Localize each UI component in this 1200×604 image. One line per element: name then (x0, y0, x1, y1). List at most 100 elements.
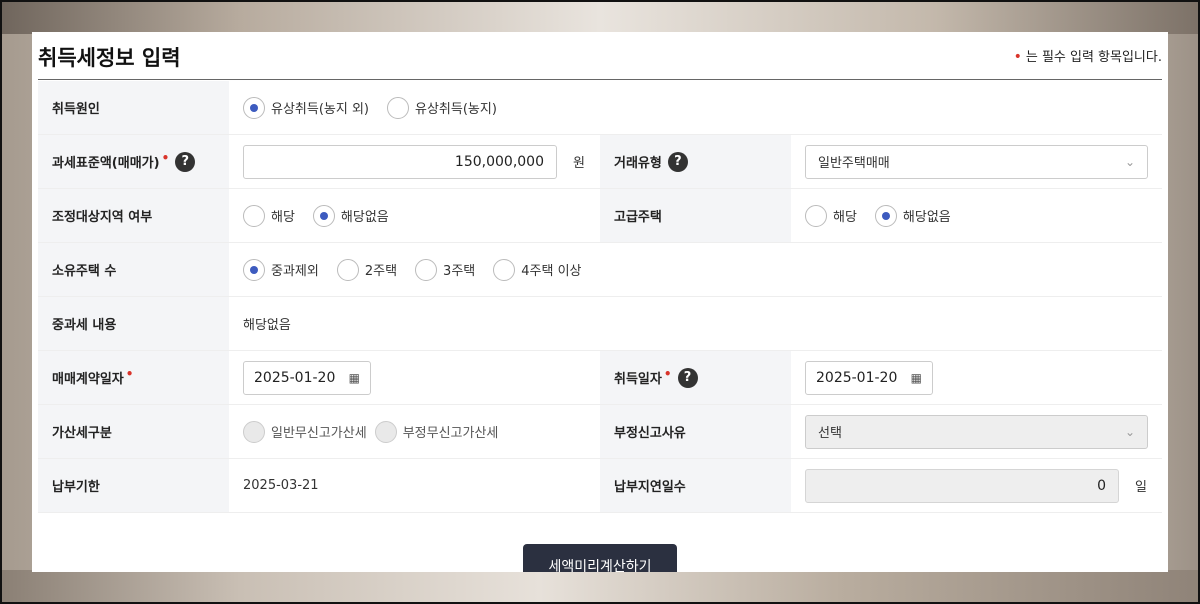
label-trade-type: 거래유형? (600, 135, 791, 188)
cell-delay-days: 0 일 (791, 459, 1162, 512)
required-star: • (161, 150, 170, 165)
required-note-text: 는 필수 입력 항목입니다. (1025, 50, 1162, 65)
radio-luxury-no[interactable]: 해당없음 (874, 204, 951, 227)
page-title: 취득세정보 입력 (38, 46, 181, 70)
label-delay-days: 납부지연일수 (600, 459, 791, 512)
radio-circle[interactable] (387, 96, 409, 119)
radio-group-own-count: 중과제외 2주택 3주택 4주택 이상 (243, 258, 600, 281)
radio-label: 해당없음 (902, 210, 951, 225)
label-text: 거래유형 (614, 156, 662, 171)
radio-circle[interactable] (415, 258, 438, 281)
cell-tax-base: 150,000,000 원 (229, 135, 600, 188)
radio-own-exempt[interactable]: 중과제외 (243, 258, 319, 281)
cell-trade-type: 일반주택매매 ⌄ (791, 135, 1162, 188)
radio-circle[interactable] (805, 204, 827, 227)
radio-circle[interactable] (243, 420, 265, 443)
cell-own-count: 중과제외 2주택 3주택 4주택 이상 (229, 243, 1162, 296)
row-due: 납부기한 2025-03-21 납부지연일수 0 일 (38, 459, 1162, 513)
cell-due-date: 2025-03-21 (229, 459, 600, 512)
radio-label: 일반무신고가산세 (271, 426, 367, 441)
radio-circle[interactable] (374, 420, 397, 443)
radio-circle[interactable] (874, 204, 897, 227)
calculate-button[interactable]: 세액미리계산하기 (523, 544, 677, 572)
radio-label: 부정무신고가산세 (402, 426, 499, 441)
row-heavy-tax: 중과세 내용 해당없음 (38, 297, 1162, 351)
radio-circle[interactable] (493, 258, 516, 281)
unit-won: 원 (573, 156, 585, 171)
radio-label: 유상취득(농지 외) (271, 102, 369, 117)
fraud-reason-select[interactable]: 선택 ⌄ (805, 414, 1148, 449)
radio-penalty-general[interactable]: 일반무신고가산세 (243, 420, 367, 443)
radio-label: 2주택 (364, 264, 398, 279)
label-text: 매매계약일자 (52, 372, 124, 387)
unit-days: 일 (1135, 480, 1147, 495)
radio-circle[interactable] (243, 258, 265, 281)
radio-group-luxury: 해당 해당없음 (805, 204, 969, 227)
label-penalty-type: 가산세구분 (38, 405, 229, 458)
tax-info-panel: 취득세정보 입력 • 는 필수 입력 항목입니다. 취득원인 유상취득(농지 외)… (32, 32, 1168, 572)
row-own-count: 소유주택 수 중과제외 2주택 3주택 4주택 이상 (38, 243, 1162, 297)
cell-acq-date: 2025-01-20 ▦ (791, 351, 1162, 404)
label-cause: 취득원인 (38, 81, 229, 134)
required-star: • (663, 366, 672, 381)
radio-adjust-yes[interactable]: 해당 (243, 204, 295, 227)
cell-penalty-type: 일반무신고가산세 부정무신고가산세 (229, 405, 600, 458)
row-dates: 매매계약일자 • 2025-01-20 ▦ 취득일자 •? 2025-01-20 ▦ (38, 351, 1162, 405)
radio-label: 해당 (271, 210, 295, 225)
cell-cause: 유상취득(농지 외) 유상취득(농지) (229, 81, 1162, 134)
label-own-count: 소유주택 수 (38, 243, 229, 296)
calendar-icon[interactable]: ▦ (911, 371, 922, 385)
help-icon[interactable]: ? (677, 367, 698, 388)
help-icon[interactable]: ? (667, 151, 688, 172)
chevron-down-icon: ⌄ (1124, 424, 1135, 439)
date-value: 2025-01-20 (816, 369, 898, 386)
calendar-icon[interactable]: ▦ (349, 371, 360, 385)
row-penalty: 가산세구분 일반무신고가산세 부정무신고가산세 부정신고사유 선택 ⌄ (38, 405, 1162, 459)
radio-label: 유상취득(농지) (415, 102, 497, 117)
radio-adjust-no[interactable]: 해당없음 (312, 204, 389, 227)
cell-heavy-tax: 해당없음 (229, 297, 1162, 350)
radio-luxury-yes[interactable]: 해당 (805, 204, 857, 227)
label-adjust-area: 조정대상지역 여부 (38, 189, 229, 242)
label-text: 과세표준액(매매가) (52, 156, 160, 171)
radio-group-cause: 유상취득(농지 외) 유상취득(농지) (243, 96, 515, 119)
radio-circle[interactable] (336, 258, 359, 281)
radio-group-adjust-area: 해당 해당없음 (243, 204, 407, 227)
background-top (0, 0, 1200, 34)
radio-cause-farm[interactable]: 유상취득(농지) (387, 96, 497, 119)
due-date-value: 2025-03-21 (243, 478, 319, 493)
required-note: • 는 필수 입력 항목입니다. (1014, 46, 1162, 65)
contract-date-input[interactable]: 2025-01-20 ▦ (243, 360, 371, 395)
radio-circle[interactable] (243, 204, 265, 227)
label-acq-date: 취득일자 •? (600, 351, 791, 404)
label-heavy-tax: 중과세 내용 (38, 297, 229, 350)
required-dot: • (1013, 49, 1022, 65)
radio-own-3[interactable]: 3주택 (415, 258, 476, 281)
radio-own-4plus[interactable]: 4주택 이상 (493, 258, 582, 281)
help-icon[interactable]: ? (175, 151, 196, 172)
tax-form: 취득원인 유상취득(농지 외) 유상취득(농지) 과세표준액(매매가) •? 15… (38, 81, 1162, 513)
select-value: 선택 (818, 426, 842, 441)
radio-circle[interactable] (312, 204, 335, 227)
radio-label: 중과제외 (271, 264, 319, 279)
tax-base-input[interactable]: 150,000,000 (243, 144, 557, 179)
row-adjust-area: 조정대상지역 여부 해당 해당없음 고급주택 해당 해당없음 (38, 189, 1162, 243)
background-bottom (0, 570, 1200, 604)
radio-group-penalty: 일반무신고가산세 부정무신고가산세 (243, 420, 516, 443)
radio-cause-nonfarm[interactable]: 유상취득(농지 외) (243, 96, 369, 119)
row-cause: 취득원인 유상취득(농지 외) 유상취득(농지) (38, 81, 1162, 135)
row-tax-base: 과세표준액(매매가) •? 150,000,000 원 거래유형? 일반주택매매 … (38, 135, 1162, 189)
radio-circle[interactable] (243, 96, 265, 119)
delay-days-input[interactable]: 0 (805, 468, 1119, 503)
acq-date-input[interactable]: 2025-01-20 ▦ (805, 360, 933, 395)
date-value: 2025-01-20 (254, 369, 336, 386)
label-contract-date: 매매계약일자 • (38, 351, 229, 404)
label-text: 취득일자 (614, 372, 662, 387)
radio-label: 3주택 (443, 264, 476, 279)
cell-contract-date: 2025-01-20 ▦ (229, 351, 600, 404)
trade-type-select[interactable]: 일반주택매매 ⌄ (805, 144, 1148, 179)
radio-label: 해당 (833, 210, 857, 225)
radio-penalty-fraud[interactable]: 부정무신고가산세 (374, 420, 499, 443)
radio-own-2[interactable]: 2주택 (336, 258, 398, 281)
chevron-down-icon: ⌄ (1124, 154, 1135, 169)
